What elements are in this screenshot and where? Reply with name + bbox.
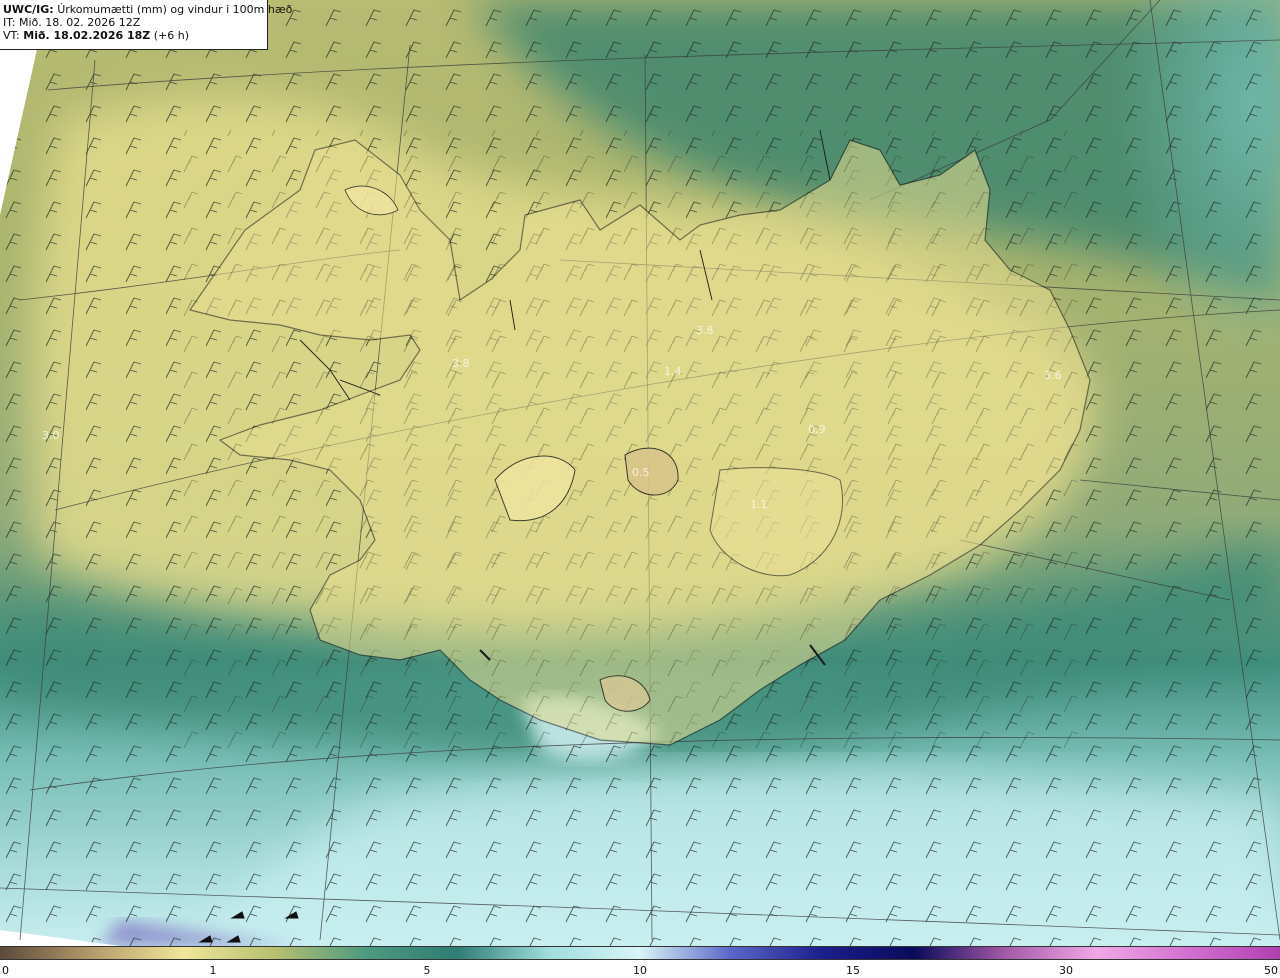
colorbar-tick-label: 5 [423, 964, 431, 977]
field-label: 0.9 [808, 423, 826, 436]
map-title: Úrkomumætti (mm) og vindur i 100m hæð [57, 3, 293, 16]
field-label: 3.0 [42, 429, 60, 442]
colorbar-tick-label: 15 [846, 964, 860, 977]
lead-time: (+6 h) [153, 29, 190, 42]
iceland-landmass [180, 129, 1100, 750]
title-line: UWC/IG: Úrkomumætti (mm) og vindur i 100… [3, 3, 292, 16]
colorbar-tick-label: 30 [1059, 964, 1073, 977]
field-label: 3.8 [452, 357, 470, 370]
colorbar-tick-label: 0 [2, 964, 9, 977]
field-label: 1.1 [750, 498, 768, 511]
colorbar-tick-label: 10 [633, 964, 647, 977]
field-label: 3.8 [696, 324, 714, 337]
colorbar-tick-label: 1 [209, 964, 217, 977]
map-title-box: UWC/IG: Úrkomumætti (mm) og vindur i 100… [0, 0, 292, 50]
valid-time-line: VT: Mið. 18.02.2026 18Z (+6 h) [3, 29, 267, 42]
product-code: UWC/IG: [3, 3, 54, 16]
colorbar [0, 946, 1280, 960]
field-label: 3.6 [1044, 369, 1062, 382]
map-canvas: 3.0 3.8 3.8 3.6 0.9 0.5 1.1 1.4 [0, 0, 1280, 946]
valid-prefix: VT: [3, 29, 20, 42]
valid-time: Mið. 18.02.2026 18Z [23, 29, 151, 42]
colorbar-tick-label: 50 [1264, 964, 1278, 977]
init-time: IT: Mið. 18. 02. 2026 12Z [3, 16, 141, 29]
field-label: 0.5 [632, 466, 650, 479]
weather-map: 3.0 3.8 3.8 3.6 0.9 0.5 1.1 1.4 UWC/IG: … [0, 0, 1280, 946]
field-label: 1.4 [664, 365, 682, 378]
colorbar-legend: 0 1 5 10 15 30 50 [0, 946, 1280, 978]
